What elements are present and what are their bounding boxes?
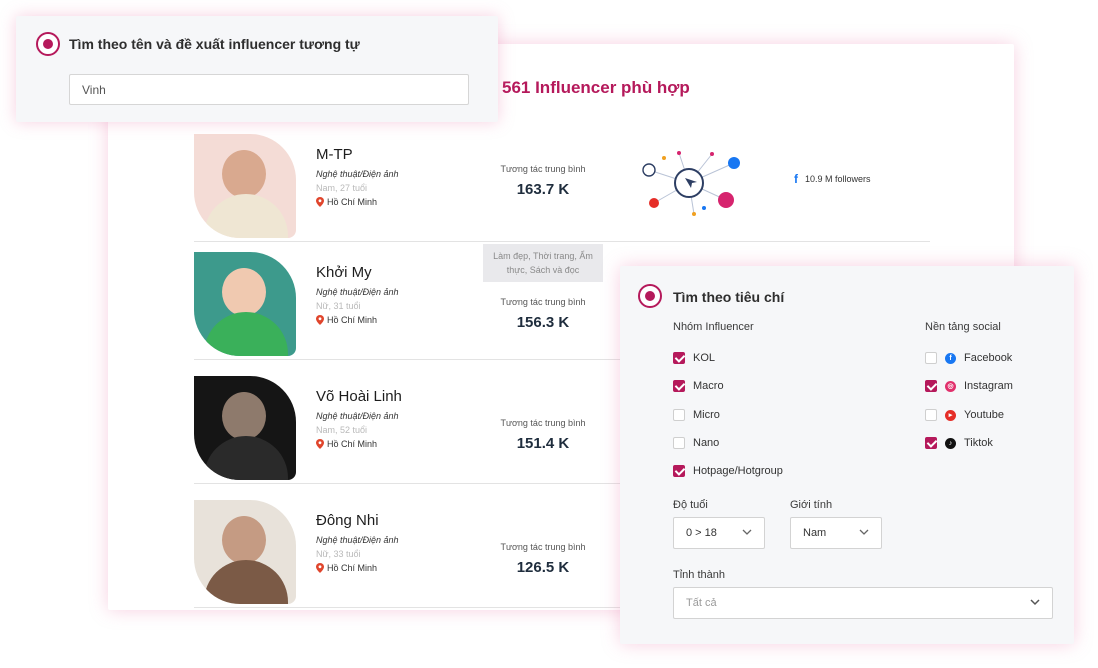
criteria-filter-card: Tìm theo tiêu chí Nhóm Influencer Nền tả…	[620, 266, 1074, 644]
location-pin-icon	[316, 439, 324, 449]
name-search-input[interactable]	[69, 74, 469, 105]
avatar	[194, 252, 296, 356]
avatar	[194, 500, 296, 604]
checkbox-label: Macro	[693, 380, 724, 392]
location-label: Hồ Chí Minh	[327, 197, 378, 207]
engagement-label: Tương tác trung bình	[500, 418, 586, 428]
engagement-label: Tương tác trung bình	[500, 542, 586, 552]
age-select-value: 0 > 18	[686, 527, 717, 539]
influencer-category: Nghệ thuật/Điện ảnh	[316, 169, 399, 179]
engagement-value: 156.3 K	[516, 314, 570, 331]
followers-count: 10.9 M followers	[805, 174, 871, 184]
platform-checkbox-tiktok[interactable]: ♪ Tiktok	[925, 437, 993, 449]
location-pin-icon	[316, 197, 324, 207]
avatar	[194, 134, 296, 238]
age-select[interactable]: 0 > 18	[673, 517, 765, 549]
gender-select[interactable]: Nam	[790, 517, 882, 549]
checkbox[interactable]	[925, 352, 937, 364]
facebook-followers: f 10.9 M followers	[794, 172, 871, 186]
chevron-down-icon	[742, 529, 752, 535]
platform-checkbox-instagram[interactable]: ◎ Instagram	[925, 380, 1013, 392]
instagram-icon: ◎	[945, 380, 956, 392]
checkbox[interactable]	[925, 409, 937, 421]
influencer-location: Hồ Chí Minh	[316, 563, 377, 573]
category-tags: Làm đẹp, Thời trang, Ẩm thực, Sách và đọ…	[483, 244, 603, 282]
engagement-value: 151.4 K	[516, 435, 570, 452]
checkbox[interactable]	[925, 380, 937, 392]
chevron-down-icon	[1030, 599, 1040, 606]
checkbox-label: Facebook	[964, 352, 1013, 364]
influencer-meta: Nữ, 33 tuổi	[316, 549, 361, 559]
location-pin-icon	[316, 315, 324, 325]
influencer-category: Nghệ thuật/Điện ảnh	[316, 411, 399, 421]
influencer-location: Hồ Chí Minh	[316, 315, 377, 325]
checkbox[interactable]	[673, 409, 685, 421]
influencer-name[interactable]: M-TP	[316, 146, 353, 163]
location-label: Hồ Chí Minh	[327, 315, 378, 325]
tiktok-icon: ♪	[945, 437, 956, 449]
chevron-down-icon	[859, 529, 869, 535]
platform-checkbox-facebook[interactable]: f Facebook	[925, 352, 1012, 364]
checkbox-label: KOL	[693, 352, 716, 364]
youtube-icon: ▸	[945, 409, 956, 421]
influencer-category: Nghệ thuật/Điện ảnh	[316, 287, 399, 297]
name-search-radio[interactable]	[36, 32, 60, 56]
influencer-meta: Nam, 27 tuổi	[316, 183, 368, 193]
checkbox[interactable]	[673, 437, 685, 449]
checkbox-label: Youtube	[964, 409, 1004, 421]
engagement-value: 163.7 K	[516, 181, 570, 198]
name-search-card: Tìm theo tên và đề xuất influencer tương…	[16, 16, 498, 122]
result-count-title: 561 Influencer phù hợp	[502, 78, 690, 97]
criteria-title: Tìm theo tiêu chí	[673, 289, 785, 305]
location-label: Hồ Chí Minh	[327, 439, 378, 449]
facebook-icon: f	[794, 172, 798, 186]
platform-checkbox-youtube[interactable]: ▸ Youtube	[925, 409, 1004, 421]
group-checkbox-nano[interactable]: Nano	[673, 437, 719, 449]
influencer-name[interactable]: Võ Hoài Linh	[316, 388, 402, 405]
province-select[interactable]: Tất cả	[673, 587, 1053, 619]
engagement-label: Tương tác trung bình	[500, 297, 586, 307]
checkbox[interactable]	[925, 437, 937, 449]
gender-select-value: Nam	[803, 527, 827, 539]
checkbox[interactable]	[673, 352, 685, 364]
influencer-row[interactable]: M-TP Nghệ thuật/Điện ảnh Nam, 27 tuổi Hồ…	[194, 124, 930, 242]
checkbox-label: Instagram	[964, 380, 1013, 392]
influencer-meta: Nam, 52 tuổi	[316, 425, 368, 435]
checkbox-label: Hotpage/Hotgroup	[693, 465, 783, 477]
group-checkbox-micro[interactable]: Micro	[673, 409, 720, 421]
checkbox-label: Micro	[693, 409, 720, 421]
gender-label: Giới tính	[790, 499, 833, 511]
criteria-radio[interactable]	[638, 284, 662, 308]
checkbox-label: Nano	[693, 437, 720, 449]
province-select-value: Tất cả	[686, 597, 717, 609]
influencer-meta: Nữ, 31 tuổi	[316, 301, 361, 311]
checkbox-label: Tiktok	[964, 437, 993, 449]
checkbox[interactable]	[673, 465, 685, 477]
province-label: Tỉnh thành	[673, 569, 725, 581]
influencer-group-label: Nhóm Influencer	[673, 321, 754, 333]
location-label: Hồ Chí Minh	[327, 563, 378, 573]
influencer-location: Hồ Chí Minh	[316, 439, 377, 449]
group-checkbox-hotpage[interactable]: Hotpage/Hotgroup	[673, 465, 783, 477]
social-network-illustration	[642, 151, 740, 216]
platform-group-label: Nền tảng social	[925, 321, 1001, 333]
avatar	[194, 376, 296, 480]
engagement-value: 126.5 K	[516, 559, 570, 576]
influencer-name[interactable]: Khởi My	[316, 264, 372, 281]
group-checkbox-macro[interactable]: Macro	[673, 380, 724, 392]
location-pin-icon	[316, 563, 324, 573]
engagement-label: Tương tác trung bình	[500, 164, 586, 174]
name-search-title: Tìm theo tên và đề xuất influencer tương…	[69, 36, 360, 52]
influencer-category: Nghệ thuật/Điện ảnh	[316, 535, 399, 545]
facebook-icon: f	[945, 352, 956, 364]
influencer-location: Hồ Chí Minh	[316, 197, 377, 207]
group-checkbox-kol[interactable]: KOL	[673, 352, 715, 364]
influencer-name[interactable]: Đông Nhi	[316, 512, 379, 529]
checkbox[interactable]	[673, 380, 685, 392]
age-label: Độ tuổi	[673, 499, 708, 511]
